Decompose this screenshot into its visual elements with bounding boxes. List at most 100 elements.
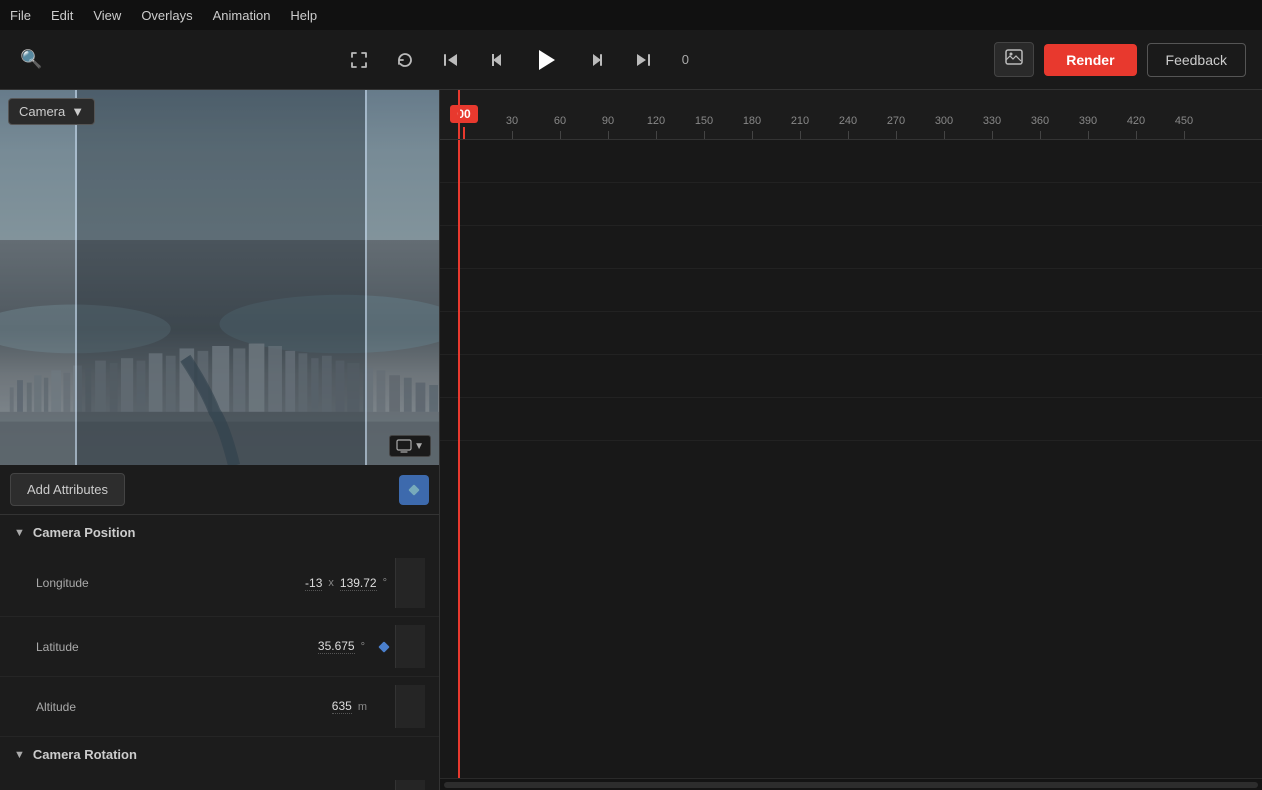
track-row-5 (440, 312, 1262, 355)
play-button[interactable] (529, 42, 565, 78)
menu-help[interactable]: Help (290, 8, 317, 23)
step-forward-icon (587, 50, 607, 70)
chevron-down-icon: ▼ (71, 104, 84, 119)
longitude-track (395, 558, 425, 608)
chevron-down-icon: ▼ (414, 441, 424, 452)
menu-overlays[interactable]: Overlays (141, 8, 192, 23)
track-row-7 (440, 398, 1262, 441)
attrs-toolbar: Add Attributes (0, 465, 439, 515)
longitude-row: Longitude -13 x 139.72 ° (0, 550, 439, 617)
refresh-button[interactable] (391, 46, 419, 74)
altitude-label: Altitude (36, 700, 332, 714)
camera-position-title: Camera Position (33, 525, 136, 540)
current-frame-marker: 00 (440, 105, 488, 139)
viewport: Camera ▼ ▼ (0, 90, 439, 465)
latitude-keyframe-button[interactable] (373, 636, 395, 658)
main-area: Camera ▼ ▼ Add Attributes (0, 90, 1262, 790)
render-button[interactable]: Render (1044, 44, 1136, 76)
skip-forward-button[interactable] (629, 46, 657, 74)
camera-position-section-header[interactable]: ▼ Camera Position (0, 515, 439, 550)
chevron-down-icon: ▼ (14, 749, 25, 761)
longitude-x-label: x (328, 577, 334, 589)
pan-row: Pan 4 x 45.4 ° (0, 772, 439, 790)
altitude-unit: m (358, 701, 367, 713)
marker-330: 330 (968, 115, 1016, 139)
menu-file[interactable]: File (10, 8, 31, 23)
screen-icon (396, 439, 412, 453)
search-icon: 🔍 (20, 49, 42, 70)
marker-390: 390 (1064, 115, 1112, 139)
marker-420: 420 (1112, 115, 1160, 139)
viewport-divider-right (75, 90, 77, 465)
left-panel: Camera ▼ ▼ Add Attributes (0, 90, 440, 790)
toolbar: 🔍 (0, 30, 1262, 90)
longitude-label: Longitude (36, 576, 305, 590)
track-row-4 (440, 269, 1262, 312)
step-back-button[interactable] (483, 46, 511, 74)
marker-240: 240 (824, 115, 872, 139)
track-row-6 (440, 355, 1262, 398)
altitude-values: 635 m (332, 699, 367, 714)
screen-icon-wrap[interactable]: ▼ (389, 435, 431, 457)
camera-rotation-title: Camera Rotation (33, 747, 137, 762)
chevron-down-icon: ▼ (14, 527, 25, 539)
camera-rotation-section-header[interactable]: ▼ Camera Rotation (0, 737, 439, 772)
pan-track (395, 780, 425, 790)
timeline-scrollbar[interactable] (440, 778, 1262, 790)
timeline-playhead (458, 140, 460, 778)
latitude-unit: ° (361, 641, 365, 653)
menu-animation[interactable]: Animation (213, 8, 271, 23)
camera-label: Camera (19, 104, 65, 119)
feedback-button[interactable]: Feedback (1147, 43, 1246, 77)
diamond-icon (378, 641, 390, 653)
longitude-unit: ° (383, 577, 387, 589)
menu-bar: File Edit View Overlays Animation Help (0, 0, 1262, 30)
latitude-value[interactable]: 35.675 (318, 639, 355, 654)
latitude-label: Latitude (36, 640, 318, 654)
menu-view[interactable]: View (93, 8, 121, 23)
fullscreen-button[interactable] (345, 46, 373, 74)
viewport-overlay-right (77, 90, 439, 465)
camera-dropdown[interactable]: Camera ▼ (8, 98, 95, 125)
timeline-section: 00 30 60 90 (440, 90, 1262, 790)
keyframe-diamond-button[interactable] (399, 475, 429, 505)
menu-edit[interactable]: Edit (51, 8, 73, 23)
step-back-icon (487, 50, 507, 70)
latitude-values: 35.675 ° (318, 639, 365, 654)
longitude-x-value[interactable]: -13 (305, 576, 322, 591)
timeline-body[interactable] (440, 140, 1262, 778)
fullscreen-icon (349, 50, 369, 70)
frame-count: 0 (675, 52, 695, 67)
search-button[interactable]: 🔍 (16, 45, 46, 74)
skip-back-button[interactable] (437, 46, 465, 74)
diamond-icon (407, 483, 421, 497)
toolbar-right: Render Feedback (994, 42, 1246, 77)
marker-210: 210 (776, 115, 824, 139)
marker-120: 120 (632, 115, 680, 139)
step-forward-button[interactable] (583, 46, 611, 74)
latitude-track (395, 625, 425, 668)
add-attributes-button[interactable]: Add Attributes (10, 473, 125, 506)
image-icon-button[interactable] (994, 42, 1034, 77)
skip-back-icon (441, 50, 461, 70)
track-row-1 (440, 140, 1262, 183)
scrollbar-thumb[interactable] (444, 782, 1258, 788)
toolbar-center: 0 (58, 42, 982, 78)
image-icon (1005, 49, 1023, 65)
current-frame-display: 00 (450, 105, 477, 123)
longitude-value[interactable]: 139.72 (340, 576, 377, 591)
attributes-section: ▼ Camera Position Longitude -13 x 139.72… (0, 515, 439, 790)
altitude-track (395, 685, 425, 728)
marker-450: 450 (1160, 115, 1208, 139)
altitude-row: Altitude 635 m (0, 677, 439, 737)
toolbar-left: 🔍 (16, 45, 46, 74)
track-row-2 (440, 183, 1262, 226)
timeline-ruler[interactable]: 00 30 60 90 (440, 90, 1262, 140)
play-icon (533, 46, 561, 74)
longitude-values: -13 x 139.72 ° (305, 576, 387, 591)
marker-300: 300 (920, 115, 968, 139)
marker-150: 150 (680, 115, 728, 139)
viewport-divider-left (365, 90, 367, 465)
marker-30: 30 (488, 115, 536, 139)
altitude-value[interactable]: 635 (332, 699, 352, 714)
